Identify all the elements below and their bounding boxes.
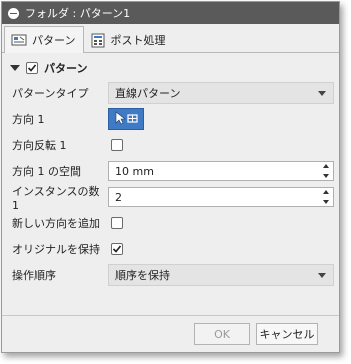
collapse-triangle-icon[interactable] [10, 65, 20, 71]
keep-original-label: オリジナルを保持 [12, 243, 100, 256]
tab-pattern-label: パターン [32, 34, 76, 47]
spacing1-value: 10 mm [115, 164, 154, 178]
instances1-label: インスタンスの数 1 [12, 184, 100, 212]
add-direction-checkbox[interactable] [111, 217, 123, 229]
operation-order-dropdown[interactable]: 順序を保持 [108, 264, 334, 286]
pattern-type-dropdown[interactable]: 直線パターン [108, 82, 334, 104]
reverse1-row: 方向反転 1 [12, 134, 334, 156]
spacing1-input[interactable]: 10 mm [108, 161, 334, 181]
tab-post-process[interactable]: ポスト処理 [84, 26, 174, 53]
section-title: パターン [44, 62, 88, 75]
add-direction-row: 新しい方向を追加 [12, 212, 334, 234]
instances1-value: 2 [115, 190, 122, 204]
pattern-section-header[interactable]: パターン [2, 56, 339, 80]
select-geometry-icon [113, 110, 139, 128]
instances1-input[interactable]: 2 [108, 187, 334, 207]
pattern-type-row: パターンタイプ 直線パターン [12, 82, 334, 104]
spinner-arrows-icon[interactable] [323, 164, 331, 178]
direction1-select-button[interactable] [108, 108, 144, 130]
spacing1-row: 方向 1 の空間 10 mm [12, 160, 334, 182]
keep-original-checkbox[interactable] [111, 243, 123, 255]
tab-bar: パターン ポスト処理 [2, 24, 339, 53]
pattern-enable-checkbox[interactable] [26, 62, 38, 74]
pattern-type-label: パターンタイプ [12, 87, 89, 100]
ok-button[interactable]: OK [194, 323, 250, 345]
operation-order-label: 操作順序 [12, 269, 56, 282]
window-title: フォルダ : パターン1 [25, 7, 131, 20]
tab-post-process-label: ポスト処理 [110, 34, 166, 47]
operation-order-value: 順序を保持 [115, 269, 170, 282]
keep-original-row: オリジナルを保持 [12, 238, 334, 260]
tab-pattern[interactable]: パターン [4, 26, 85, 53]
pattern-type-value: 直線パターン [115, 87, 181, 100]
title-bar[interactable]: フォルダ : パターン1 [2, 2, 339, 24]
reverse1-label: 方向反転 1 [12, 139, 67, 152]
post-process-tab-icon [91, 33, 105, 48]
add-direction-label: 新しい方向を追加 [12, 217, 100, 230]
instances1-row: インスタンスの数 1 2 [12, 185, 334, 212]
direction1-row: 方向 1 [12, 108, 334, 130]
chevron-down-icon [318, 273, 326, 278]
cancel-button[interactable]: キャンセル [256, 323, 318, 345]
reverse1-checkbox[interactable] [111, 139, 123, 151]
dialog-footer: OK キャンセル [2, 315, 339, 352]
minimize-icon[interactable] [8, 7, 19, 19]
spacing1-label: 方向 1 の空間 [12, 165, 81, 178]
direction1-label: 方向 1 [12, 113, 45, 126]
spinner-arrows-icon[interactable] [323, 190, 331, 204]
chevron-down-icon [318, 91, 326, 96]
operation-order-row: 操作順序 順序を保持 [12, 264, 334, 286]
pattern-tab-icon [11, 33, 27, 47]
pattern-dialog: フォルダ : パターン1 パターン ポスト処理 パターン パターンタイプ 直線パ… [1, 1, 340, 353]
